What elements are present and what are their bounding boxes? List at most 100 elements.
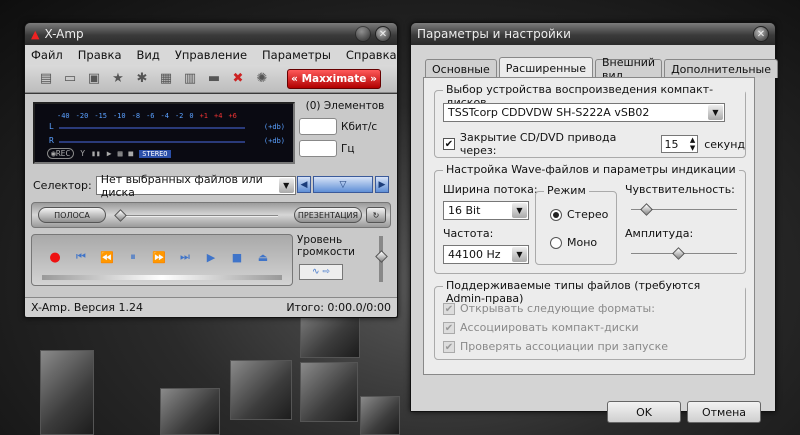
close-tray-checkbox[interactable]: ✔ xyxy=(443,138,455,150)
frequency-setting-label: Частота: xyxy=(443,227,494,240)
amplitude-label: Амплитуда: xyxy=(625,227,694,240)
spinner-arrows-icon[interactable]: ▲ ▼ xyxy=(690,136,695,152)
player-controls: ● ⏮ ⏪ ⏸ ⏩ ⏭ ▶ ■ ⏏ xyxy=(31,234,293,286)
menu-parameters[interactable]: Параметры xyxy=(262,48,331,62)
xamp-logo-icon: ▲ xyxy=(31,27,40,41)
volume-label-line1: Уровень xyxy=(297,234,343,246)
settings-close-button[interactable]: ✕ xyxy=(753,26,769,42)
xamp-body: -40 -20 -15 -10 -8 -6 -4 -2 0 +1 +4 +6 L… xyxy=(25,94,397,297)
save-icon[interactable]: ▣ xyxy=(85,70,103,88)
bitrate-label: Кбит/с xyxy=(341,120,378,133)
record-button[interactable]: ● xyxy=(46,248,64,266)
gear-icon[interactable]: ✱ xyxy=(133,70,151,88)
xamp-title: X-Amp xyxy=(44,27,84,41)
cd-device-group: Выбор устройства воспроизведения компакт… xyxy=(434,83,746,158)
band-button[interactable]: ПОЛОСА xyxy=(38,207,106,223)
vu-status: ◉REC Y ▮▮ ▶ ▦ ■ STEREO xyxy=(47,148,171,159)
sensitivity-slider-thumb[interactable] xyxy=(640,203,653,216)
settings-titlebar[interactable]: Параметры и настройки ✕ xyxy=(411,23,775,45)
cancel-button[interactable]: Отмена xyxy=(687,401,761,423)
pause-button[interactable]: ⏸ xyxy=(124,248,142,266)
first-track-button[interactable]: ⏮ xyxy=(72,248,90,266)
ok-button[interactable]: OK xyxy=(607,401,681,423)
tab-basic[interactable]: Основные xyxy=(425,59,497,78)
mode-group: Режим Стерео Моно xyxy=(535,184,617,265)
vu-left-bar xyxy=(59,127,245,129)
amplitude-slider-thumb[interactable] xyxy=(671,247,685,260)
vu-tick: -4 xyxy=(160,112,169,120)
check-associations-label: Проверять ассоциации при запуске xyxy=(460,340,669,353)
mono-radio[interactable] xyxy=(550,236,562,249)
tab-appearance[interactable]: Внешний вид xyxy=(595,56,663,82)
presentation-button[interactable]: ПРЕЗЕНТАЦИЯ xyxy=(294,207,362,223)
band-slider-thumb[interactable] xyxy=(114,209,127,222)
file-types-options: ✔ Открывать следующие форматы: ✔ Ассоцииро… xyxy=(443,299,668,356)
last-track-button[interactable]: ⏭ xyxy=(176,248,194,266)
stereo-radio[interactable] xyxy=(550,208,562,221)
card-icon[interactable]: ▬ xyxy=(205,70,223,88)
pause-indicator-icon: ▮▮ xyxy=(91,149,101,158)
eject-button[interactable]: ⏏ xyxy=(254,248,272,266)
notes-icon[interactable]: ▦ xyxy=(157,70,175,88)
chevron-down-icon[interactable]: ▼ xyxy=(278,178,294,193)
stereo-indicator: STEREO xyxy=(139,149,171,158)
close-tray-spinner[interactable]: 15 ▲ ▼ xyxy=(660,135,699,153)
tab-additional[interactable]: Дополнительные xyxy=(664,59,779,78)
minimize-button[interactable] xyxy=(355,26,371,42)
vu-tick: +1 xyxy=(199,112,209,120)
vu-meter: -40 -20 -15 -10 -8 -6 -4 -2 0 +1 +4 +6 L… xyxy=(33,102,295,164)
prev-arrow-icon[interactable]: ◀ xyxy=(297,176,311,193)
next-arrow-icon[interactable]: ▶ xyxy=(375,176,389,193)
xamp-titlebar[interactable]: ▲ X-Amp ✕ xyxy=(25,23,397,45)
menu-control[interactable]: Управление xyxy=(175,48,247,62)
refresh-icon[interactable]: ↻ xyxy=(366,207,386,223)
vu-tick: -20 xyxy=(75,112,89,120)
close-tray-row: ✔ Закрытие CD/DVD привода через: 15 ▲ ▼ с… xyxy=(443,131,745,157)
fast-forward-button[interactable]: ⏩ xyxy=(150,248,168,266)
rec-indicator: ◉REC xyxy=(47,148,75,159)
rewind-button[interactable]: ⏪ xyxy=(98,248,116,266)
wave-group-label: Настройка Wave-файлов и параметры индика… xyxy=(443,163,739,176)
mono-option[interactable]: Моно xyxy=(550,236,597,249)
vu-tick: -6 xyxy=(146,112,155,120)
menu-edit[interactable]: Правка xyxy=(78,48,122,62)
play-button[interactable]: ▶ xyxy=(202,248,220,266)
sun-icon[interactable]: ✺ xyxy=(253,70,271,88)
bit-width-label: Ширина потока: xyxy=(443,183,538,196)
bitrate-field xyxy=(299,118,337,135)
bit-width-dropdown[interactable]: 16 Bit ▼ xyxy=(443,201,529,220)
vu-tick: +6 xyxy=(228,112,237,120)
open-formats-checkbox: ✔ xyxy=(443,303,455,315)
menu-view[interactable]: Вид xyxy=(137,48,160,62)
stop-button[interactable]: ■ xyxy=(228,248,246,266)
frequency-field xyxy=(299,140,337,157)
waveform-button[interactable]: ∿ ⇨ xyxy=(299,264,343,280)
star-icon[interactable]: ★ xyxy=(109,70,127,88)
document-icon[interactable]: ▤ xyxy=(37,70,55,88)
close-tray-value: 15 xyxy=(664,137,679,151)
position-bar[interactable] xyxy=(42,275,282,280)
cd-device-dropdown[interactable]: TSSTcorp CDDVDW SH-S222A vSB02 ▼ xyxy=(443,103,725,122)
tab-advanced[interactable]: Расширенные xyxy=(498,57,593,78)
menu-help[interactable]: Справка xyxy=(346,48,397,62)
folder-icon[interactable]: ▭ xyxy=(61,70,79,88)
selector-dropdown[interactable]: Нет выбранных файлов или диска ▼ xyxy=(95,173,296,199)
close-button[interactable]: ✕ xyxy=(375,26,391,42)
menu-file[interactable]: Файл xyxy=(31,48,63,62)
frequency-dropdown[interactable]: 44100 Hz ▼ xyxy=(443,245,529,264)
transport-buttons: ● ⏮ ⏪ ⏸ ⏩ ⏭ ▶ ■ ⏏ xyxy=(46,248,272,266)
maxximate-button[interactable]: « Maxximate » xyxy=(287,68,381,89)
file-types-group: Поддерживаемые типы файлов (требуются Ad… xyxy=(434,279,746,360)
stereo-option[interactable]: Стерео xyxy=(550,208,608,221)
version-label: X-Amp. Версия 1.24 xyxy=(31,301,144,314)
print-icon[interactable]: ▥ xyxy=(181,70,199,88)
chevron-down-icon[interactable]: ▼ xyxy=(512,247,527,262)
tools-icon[interactable]: ✖ xyxy=(229,70,247,88)
chevron-down-icon[interactable]: ▼ xyxy=(708,105,723,120)
vu-left-db: (+db) xyxy=(263,123,285,131)
vu-right-label: R xyxy=(49,136,54,145)
chevron-down-icon[interactable]: ▼ xyxy=(512,203,527,218)
eject-tray-button[interactable]: ▽ xyxy=(313,176,373,193)
band-slider[interactable] xyxy=(120,215,278,217)
vu-tick: -8 xyxy=(131,112,141,120)
